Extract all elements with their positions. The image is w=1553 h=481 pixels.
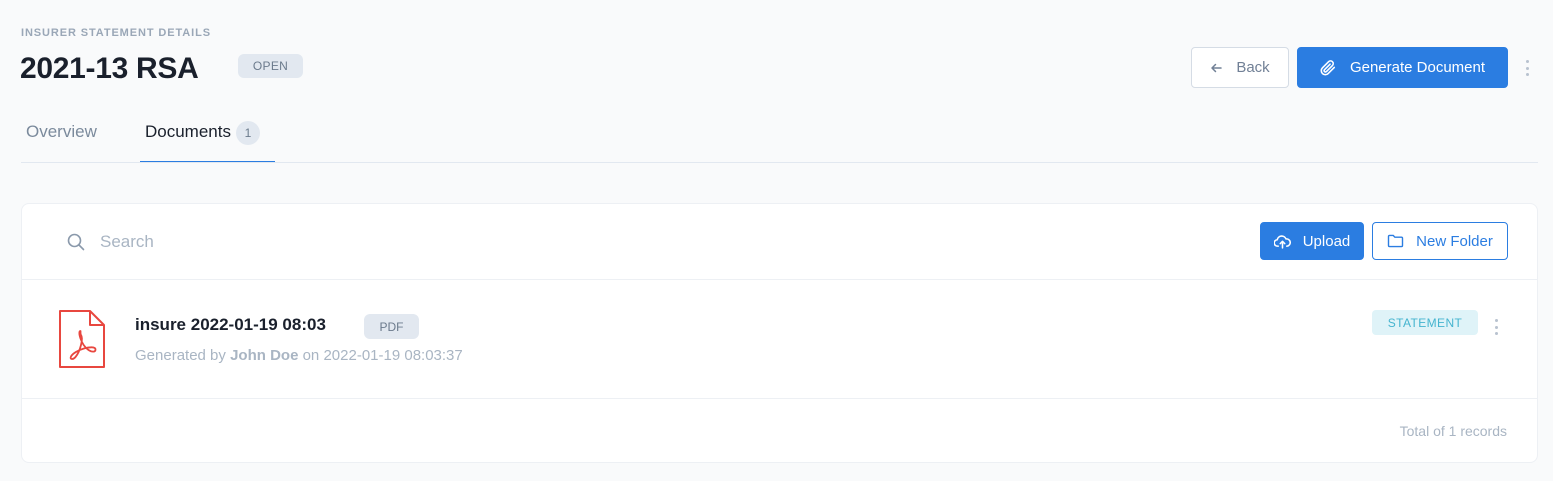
upload-button[interactable]: Upload — [1260, 222, 1364, 260]
category-badge: STATEMENT — [1372, 310, 1478, 335]
back-button-label: Back — [1236, 59, 1270, 76]
tab-documents[interactable]: Documents 1 — [140, 118, 275, 162]
tab-documents-count-badge: 1 — [235, 121, 260, 145]
new-folder-button[interactable]: New Folder — [1372, 222, 1508, 260]
document-meta: Generated by John Doe on 2022-01-19 08:0… — [135, 347, 463, 364]
page-eyebrow: INSURER STATEMENT DETAILS — [21, 27, 211, 39]
tab-documents-label: Documents — [145, 122, 231, 141]
pdf-file-icon — [58, 309, 106, 369]
generated-timestamp: 2022-01-19 08:03:37 — [323, 347, 463, 364]
page-title: 2021-13 RSA — [20, 52, 199, 85]
back-button[interactable]: Back — [1191, 47, 1289, 88]
search-icon — [67, 233, 85, 251]
meta-on: on — [302, 347, 320, 364]
documents-toolbar: Upload New Folder — [22, 204, 1537, 280]
records-total: Total of 1 records — [1399, 423, 1507, 439]
tab-overview[interactable]: Overview — [26, 118, 97, 162]
tab-bar: Overview Documents 1 — [21, 118, 1538, 163]
row-more-options-icon[interactable] — [1491, 319, 1501, 335]
status-badge: OPEN — [238, 54, 303, 78]
cloud-upload-icon — [1273, 234, 1291, 249]
generate-document-label: Generate Document — [1349, 59, 1486, 76]
new-folder-button-label: New Folder — [1416, 232, 1493, 250]
documents-card: Upload New Folder insure 2022-01-19 08:0… — [21, 203, 1538, 463]
search-input[interactable] — [100, 228, 600, 256]
document-name[interactable]: insure 2022-01-19 08:03 — [135, 315, 326, 335]
file-type-badge: PDF — [364, 314, 419, 339]
meta-prefix: Generated by — [135, 347, 226, 364]
author-name: John Doe — [230, 347, 299, 364]
more-options-icon[interactable] — [1522, 60, 1532, 76]
tab-overview-label: Overview — [26, 122, 97, 141]
upload-button-label: Upload — [1302, 232, 1351, 250]
arrow-left-icon — [1210, 62, 1223, 74]
paperclip-icon — [1320, 59, 1336, 76]
document-row[interactable]: insure 2022-01-19 08:03 PDF Generated by… — [22, 281, 1537, 399]
folder-icon — [1387, 234, 1404, 248]
generate-document-button[interactable]: Generate Document — [1297, 47, 1508, 88]
